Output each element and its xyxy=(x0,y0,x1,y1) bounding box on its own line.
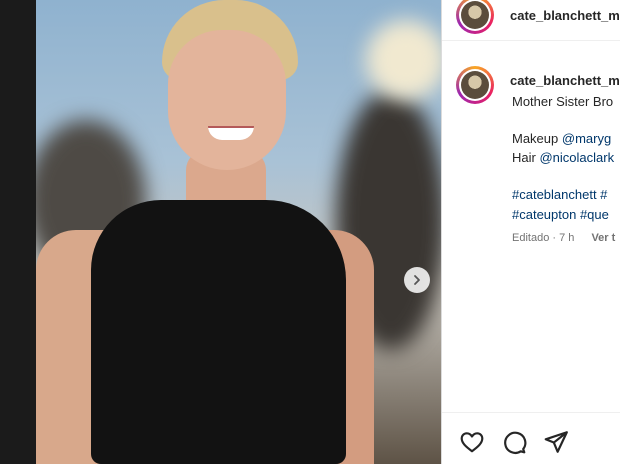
comment-icon xyxy=(504,431,527,454)
comment-button[interactable] xyxy=(501,429,527,455)
post-actions-bar xyxy=(442,412,620,465)
chevron-right-icon xyxy=(414,275,420,285)
hair-label: Hair xyxy=(512,150,536,165)
makeup-handle-link[interactable]: @maryg xyxy=(562,131,611,146)
heart-icon xyxy=(460,432,484,453)
caption-makeup-line: Makeup @maryg xyxy=(512,131,611,146)
post-meta: Editado · 7 h Ver t xyxy=(512,232,615,244)
share-button[interactable] xyxy=(543,429,569,455)
caption-text: Mother Sister Bro xyxy=(512,94,614,109)
carousel-next-button[interactable] xyxy=(404,267,430,293)
send-icon xyxy=(544,431,568,453)
edited-time: Editado · 7 h xyxy=(512,232,575,244)
bg-highlight xyxy=(366,20,441,100)
header-username[interactable]: cate_blanchett_m xyxy=(510,8,620,23)
like-button[interactable] xyxy=(459,429,485,455)
left-dark-strip xyxy=(0,0,36,464)
hashtags-line-1[interactable]: #cateblanchett # xyxy=(512,187,607,202)
subject-black-dress xyxy=(91,200,346,464)
avatar[interactable] xyxy=(456,0,494,34)
makeup-label: Makeup xyxy=(512,131,559,146)
hashtags-line-2[interactable]: #cateupton #que xyxy=(512,207,609,222)
post-header: cate_blanchett_m xyxy=(442,0,620,41)
hair-handle-link[interactable]: @nicolaclark xyxy=(539,150,614,165)
subject-face xyxy=(168,30,286,170)
caption-hair-line: Hair @nicolaclark xyxy=(512,150,614,165)
caption-avatar[interactable] xyxy=(456,66,494,104)
post-side-panel: cate_blanchett_m cate_blanchett_m Mother… xyxy=(441,0,620,464)
caption-username[interactable]: cate_blanchett_m xyxy=(510,73,620,88)
see-translation-link[interactable]: Ver t xyxy=(591,232,615,244)
subject-smile xyxy=(208,126,254,140)
post-photo[interactable] xyxy=(36,0,441,464)
